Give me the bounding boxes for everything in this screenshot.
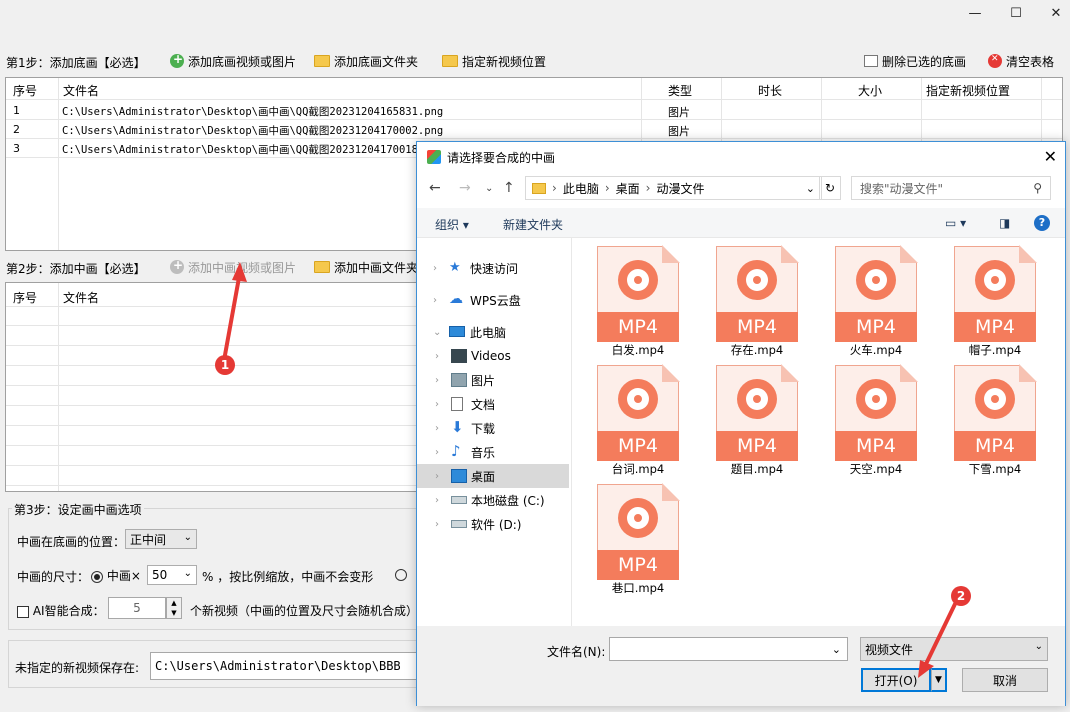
annotation-arrows <box>223 262 957 678</box>
step-marker-2: 2 <box>951 586 971 606</box>
step-marker-1: 1 <box>215 355 235 375</box>
marker-label: 1 <box>220 358 230 372</box>
marker-label: 2 <box>956 589 966 603</box>
